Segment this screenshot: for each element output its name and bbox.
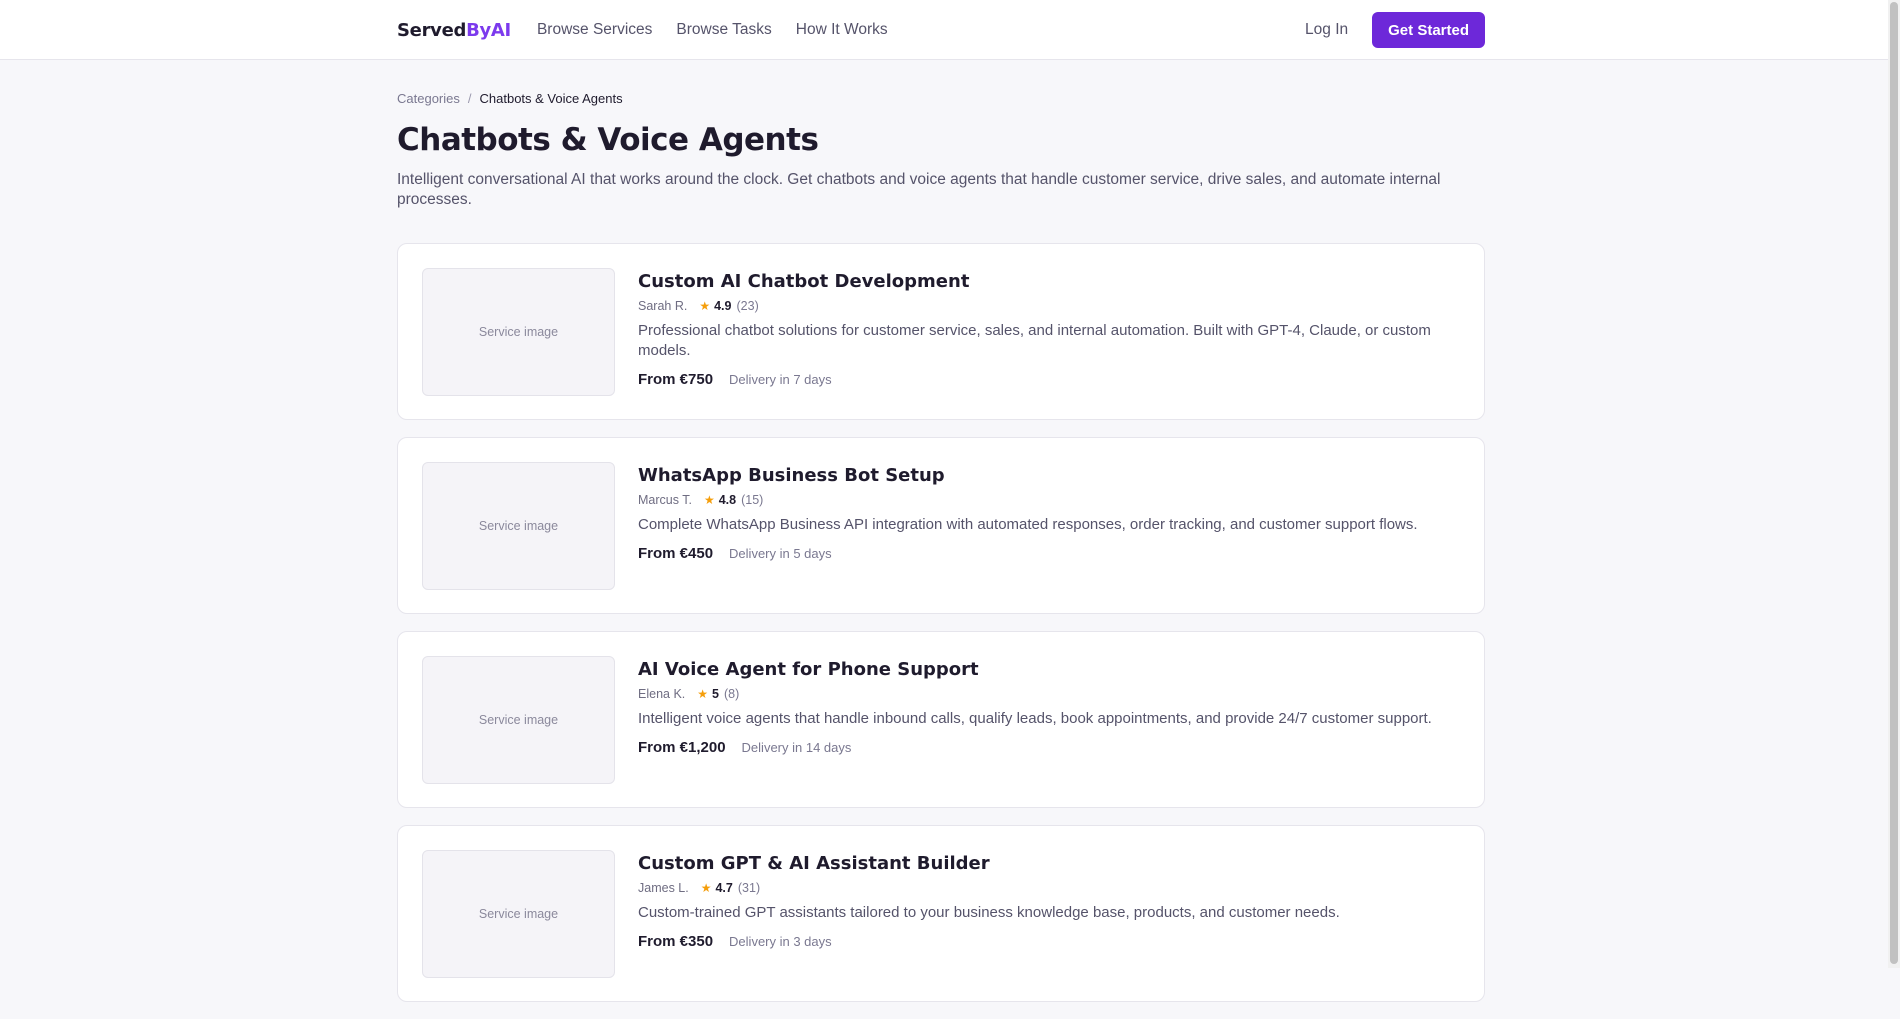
service-card-body: Custom AI Chatbot Development Sarah R. ★… <box>638 270 1458 388</box>
service-footer: From €450 Delivery in 5 days <box>638 545 1458 562</box>
service-footer: From €1,200 Delivery in 14 days <box>638 739 1458 756</box>
service-image-placeholder[interactable]: Service image <box>422 268 615 396</box>
review-count: (8) <box>723 687 740 701</box>
top-navigation-bar: ServedByAI Browse Services Browse Tasks … <box>0 0 1888 60</box>
star-icon: ★ <box>699 299 711 313</box>
service-card[interactable]: Service image Custom GPT & AI Assistant … <box>397 825 1485 1002</box>
delivery-time: Delivery in 7 days <box>729 372 832 387</box>
top-navigation-inner: ServedByAI Browse Services Browse Tasks … <box>397 0 1485 60</box>
service-meta: James L. ★ 4.7 (31) <box>638 879 1458 897</box>
service-card[interactable]: Service image AI Voice Agent for Phone S… <box>397 631 1485 808</box>
page-title: Chatbots & Voice Agents <box>397 122 819 158</box>
service-price: From €350 <box>638 933 714 950</box>
service-price: From €450 <box>638 545 714 562</box>
review-count: (31) <box>737 881 761 895</box>
logo-text-accent: ByAI <box>466 19 511 41</box>
service-image-placeholder[interactable]: Service image <box>422 850 615 978</box>
delivery-time: Delivery in 14 days <box>741 740 852 755</box>
service-meta: Sarah R. ★ 4.9 (23) <box>638 297 1458 315</box>
service-description: Intelligent voice agents that handle inb… <box>638 710 1432 727</box>
seller-name[interactable]: James L. <box>638 879 689 897</box>
nav-browse-services[interactable]: Browse Services <box>537 21 652 39</box>
breadcrumb-categories-link[interactable]: Categories <box>397 91 460 106</box>
service-footer: From €350 Delivery in 3 days <box>638 933 1458 950</box>
service-description: Complete WhatsApp Business API integrati… <box>638 516 1418 533</box>
service-meta: Elena K. ★ 5 (8) <box>638 685 1458 703</box>
service-description: Custom-trained GPT assistants tailored t… <box>638 904 1340 921</box>
service-title[interactable]: Custom AI Chatbot Development <box>638 270 1458 294</box>
service-list: Service image Custom AI Chatbot Developm… <box>397 243 1485 1002</box>
breadcrumb: Categories / Chatbots & Voice Agents <box>397 91 1485 106</box>
star-icon: ★ <box>700 881 712 895</box>
service-title[interactable]: WhatsApp Business Bot Setup <box>638 464 1458 488</box>
breadcrumb-current: Chatbots & Voice Agents <box>479 91 623 106</box>
service-card[interactable]: Service image Custom AI Chatbot Developm… <box>397 243 1485 420</box>
nav-how-it-works[interactable]: How It Works <box>796 21 888 39</box>
service-card[interactable]: Service image WhatsApp Business Bot Setu… <box>397 437 1485 614</box>
login-link[interactable]: Log In <box>1305 21 1348 39</box>
service-title[interactable]: AI Voice Agent for Phone Support <box>638 658 1458 682</box>
star-icon: ★ <box>703 493 715 507</box>
review-count: (23) <box>736 299 759 313</box>
service-price: From €1,200 <box>638 739 726 756</box>
breadcrumb-separator: / <box>467 91 472 106</box>
service-meta: Marcus T. ★ 4.8 (15) <box>638 491 1458 509</box>
scrollbar-thumb[interactable] <box>1890 2 1898 964</box>
seller-name[interactable]: Elena K. <box>638 685 685 703</box>
page-description: Intelligent conversational AI that works… <box>397 171 1441 208</box>
rating-value: 4.8 <box>718 493 737 507</box>
service-footer: From €750 Delivery in 7 days <box>638 371 1458 388</box>
site-logo[interactable]: ServedByAI <box>397 20 511 41</box>
service-image-placeholder[interactable]: Service image <box>422 462 615 590</box>
service-card-body: AI Voice Agent for Phone Support Elena K… <box>638 658 1458 756</box>
delivery-time: Delivery in 3 days <box>729 934 832 949</box>
seller-name[interactable]: Marcus T. <box>638 491 692 509</box>
get-started-button[interactable]: Get Started <box>1372 12 1485 48</box>
seller-name[interactable]: Sarah R. <box>638 297 687 315</box>
service-image-placeholder[interactable]: Service image <box>422 656 615 784</box>
nav-browse-tasks[interactable]: Browse Tasks <box>676 21 771 39</box>
review-count: (15) <box>741 493 764 507</box>
service-price: From €750 <box>638 371 714 388</box>
service-title[interactable]: Custom GPT & AI Assistant Builder <box>638 852 1458 876</box>
rating-value: 4.7 <box>715 881 733 895</box>
service-card-body: WhatsApp Business Bot Setup Marcus T. ★ … <box>638 464 1458 562</box>
logo-text-main: Served <box>397 19 467 41</box>
rating-value: 5 <box>712 687 719 701</box>
service-card-body: Custom GPT & AI Assistant Builder James … <box>638 852 1458 950</box>
service-description: Professional chatbot solutions for custo… <box>638 322 1431 359</box>
page-scrollbar[interactable] <box>1888 0 1900 968</box>
delivery-time: Delivery in 5 days <box>729 546 832 561</box>
rating-value: 4.9 <box>714 299 732 313</box>
main-content: Categories / Chatbots & Voice Agents Cha… <box>397 60 1485 1019</box>
star-icon: ★ <box>697 687 709 701</box>
